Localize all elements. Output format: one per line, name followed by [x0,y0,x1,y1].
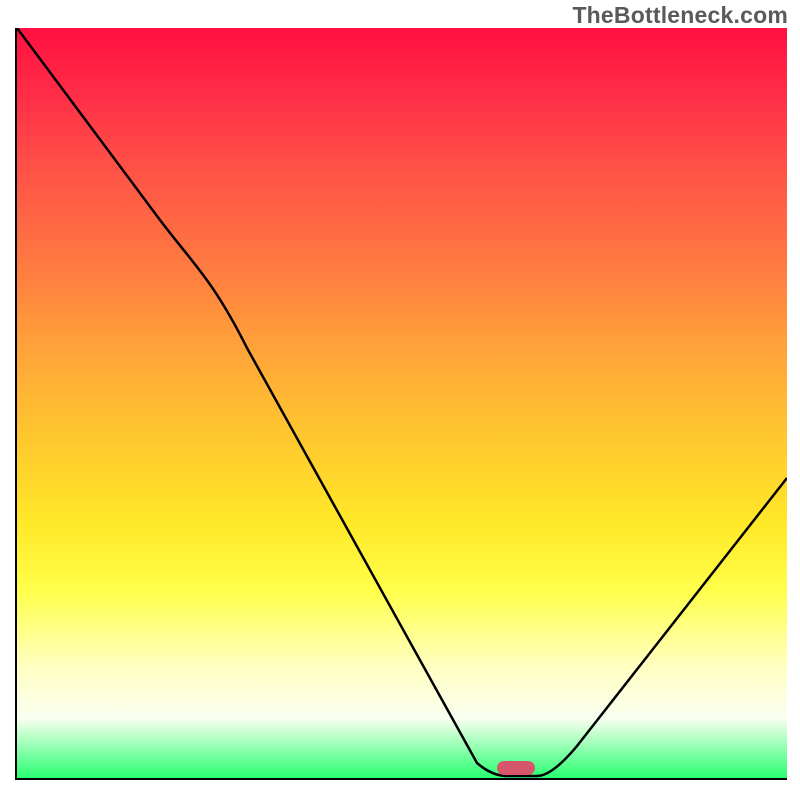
plot-area [15,28,787,780]
chart-wrapper: TheBottleneck.com [0,0,800,800]
optimum-marker [497,761,535,775]
bottleneck-curve-line [17,28,787,776]
curve-svg [17,28,787,778]
watermark-text: TheBottleneck.com [572,2,788,29]
